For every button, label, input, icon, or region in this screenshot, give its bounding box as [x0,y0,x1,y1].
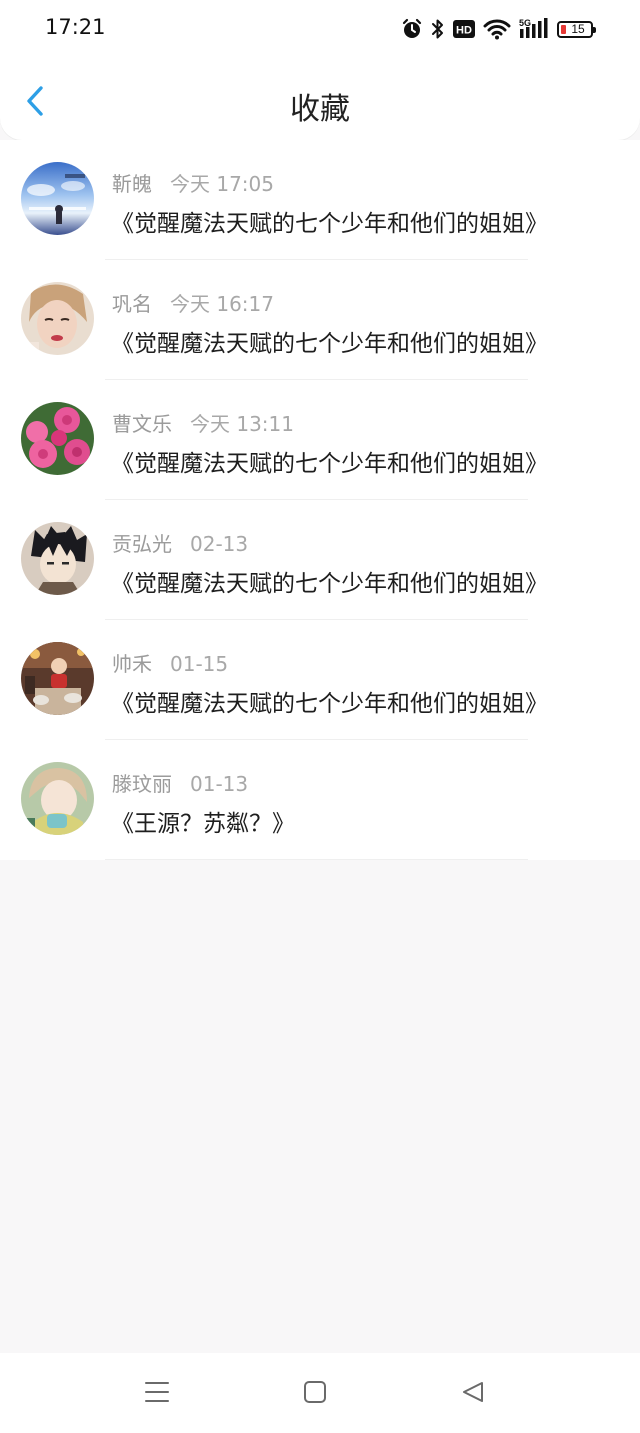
book-title: 《觉醒魔法天赋的七个少年和他们的姐姐》 [111,211,548,237]
list-item[interactable]: 曹文乐 今天 13:11 《觉醒魔法天赋的七个少年和他们的姐姐》 [0,380,640,500]
list-item[interactable]: 滕玟丽 01-13 《王源？苏粼？》 [0,740,640,860]
timestamp: 02-13 [190,532,249,556]
page-title: 收藏 [290,92,350,127]
avatar[interactable] [21,642,94,715]
status-bar: 17:21 HD 5G 15 [0,0,640,58]
username: 靳魄 [112,172,152,196]
avatar[interactable] [21,402,94,475]
timestamp: 01-15 [170,652,229,676]
navigation-bar [0,1353,640,1433]
timestamp: 今天 13:11 [190,412,294,436]
battery-level: 15 [571,22,585,36]
item-meta: 巩名 今天 16:17 [112,288,274,317]
menu-icon [145,1381,169,1407]
item-meta: 帅禾 01-15 [112,648,228,677]
username: 滕玟丽 [112,772,172,796]
avatar[interactable] [21,282,94,355]
top-bar: 17:21 HD 5G 15 收藏 [0,0,640,140]
timestamp: 今天 17:05 [170,172,274,196]
timestamp: 今天 16:17 [170,292,274,316]
home-button[interactable] [300,1379,330,1409]
username: 巩名 [112,292,152,316]
battery-icon: 15 [557,20,596,38]
status-icons: HD 5G 15 [401,16,596,42]
svg-text:HD: HD [456,25,472,37]
status-time: 17:21 [45,15,106,39]
list-item[interactable]: 靳魄 今天 17:05 《觉醒魔法天赋的七个少年和他们的姐姐》 [0,140,640,260]
bluetooth-icon [431,18,445,40]
hd-icon: HD [453,20,475,38]
svg-text:5G: 5G [519,18,531,28]
item-meta: 靳魄 今天 17:05 [112,168,274,197]
home-icon [303,1380,327,1408]
list-item[interactable]: 帅禾 01-15 《觉醒魔法天赋的七个少年和他们的姐姐》 [0,620,640,740]
avatar[interactable] [21,762,94,835]
username: 帅禾 [112,652,152,676]
item-meta: 贡弘光 02-13 [112,528,248,557]
list-item[interactable]: 巩名 今天 16:17 《觉醒魔法天赋的七个少年和他们的姐姐》 [0,260,640,380]
book-title: 《王源？苏粼？》 [111,811,295,837]
avatar[interactable] [21,162,94,235]
item-meta: 曹文乐 今天 13:11 [112,408,294,437]
favorites-list: 靳魄 今天 17:05 《觉醒魔法天赋的七个少年和他们的姐姐》 巩名 今天 16:1… [0,140,640,860]
back-triangle-icon [461,1380,485,1408]
wifi-icon [483,18,511,40]
username: 曹文乐 [112,412,172,436]
header: 收藏 [0,58,640,140]
timestamp: 01-13 [190,772,249,796]
recent-apps-button[interactable] [142,1379,172,1409]
avatar[interactable] [21,522,94,595]
username: 贡弘光 [112,532,172,556]
5g-signal-icon: 5G [519,18,549,40]
book-title: 《觉醒魔法天赋的七个少年和他们的姐姐》 [111,691,548,717]
item-meta: 滕玟丽 01-13 [112,768,248,797]
book-title: 《觉醒魔法天赋的七个少年和他们的姐姐》 [111,331,548,357]
system-back-button[interactable] [458,1379,488,1409]
alarm-icon [401,18,423,40]
book-title: 《觉醒魔法天赋的七个少年和他们的姐姐》 [111,451,548,477]
list-item[interactable]: 贡弘光 02-13 《觉醒魔法天赋的七个少年和他们的姐姐》 [0,500,640,620]
book-title: 《觉醒魔法天赋的七个少年和他们的姐姐》 [111,571,548,597]
